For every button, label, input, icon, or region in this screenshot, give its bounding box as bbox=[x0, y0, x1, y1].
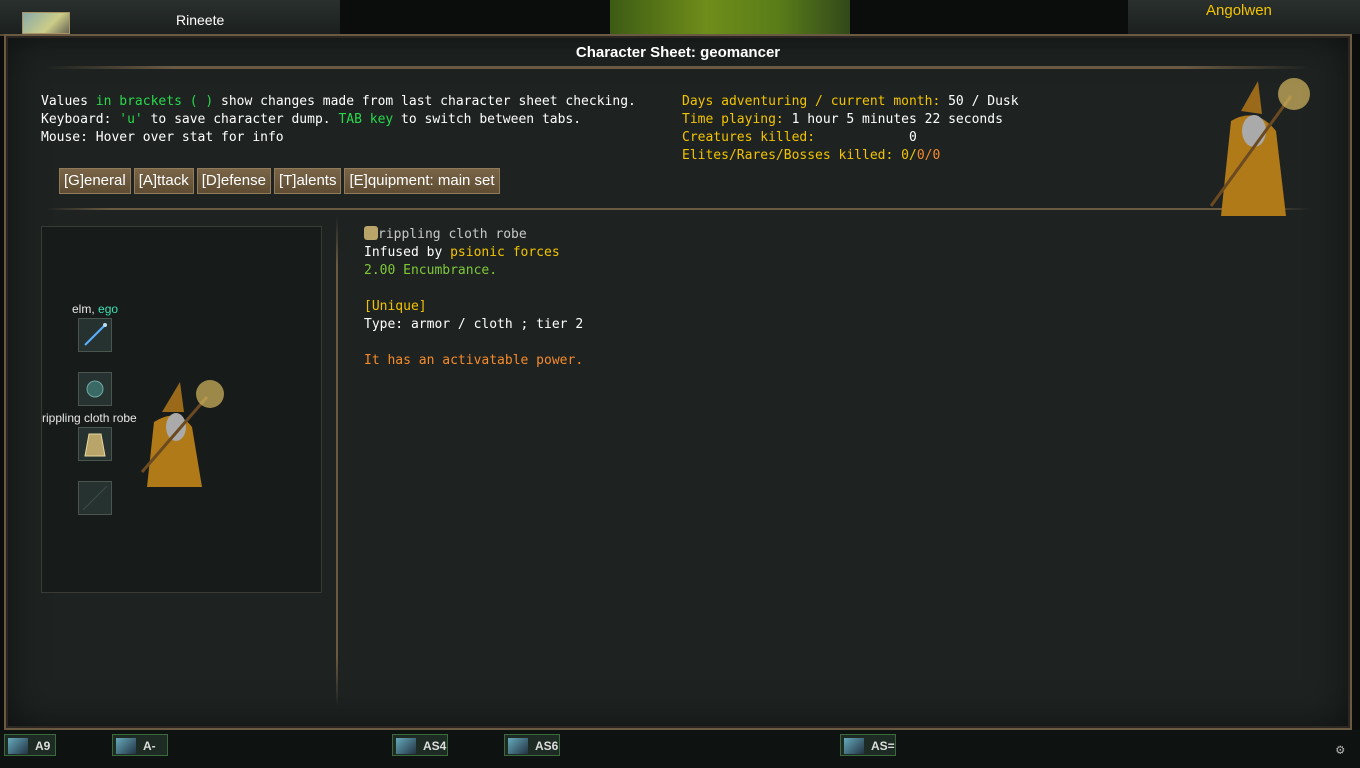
empty-slot[interactable] bbox=[78, 481, 112, 515]
hotkey-label: AS= bbox=[871, 739, 895, 753]
weapon-ego: ego bbox=[98, 302, 119, 316]
hotkey-slot-2[interactable]: A- bbox=[112, 734, 168, 756]
skill-icon bbox=[8, 738, 28, 754]
character-sprite bbox=[140, 380, 224, 487]
body-armor-slot[interactable] bbox=[78, 427, 112, 461]
skill-icon bbox=[396, 738, 416, 754]
elites-value: 0/ bbox=[893, 148, 917, 163]
killed-label: Creatures killed: bbox=[682, 130, 816, 145]
settings-icon[interactable]: ⚙ bbox=[1336, 742, 1354, 760]
item-encumbrance: 2.00 Encumbrance. bbox=[364, 263, 498, 278]
robe-icon bbox=[364, 226, 378, 240]
map-view bbox=[610, 0, 850, 34]
armor-slot-label: rippling cloth robe bbox=[42, 411, 137, 425]
help-text-part: to save character dump. bbox=[142, 112, 339, 127]
item-infused-label: Infused by bbox=[364, 245, 451, 260]
tab-attack[interactable]: [A]ttack bbox=[133, 168, 194, 194]
help-text-highlight: 'u' bbox=[119, 112, 143, 127]
zone-name: Angolwen bbox=[1206, 2, 1272, 19]
robe-icon bbox=[84, 433, 106, 457]
days-label: Days adventuring / current month: bbox=[682, 94, 941, 109]
character-sheet-window: Character Sheet: geomancer Values in bra… bbox=[4, 34, 1352, 730]
item-details: rippling cloth robe Infused by psionic f… bbox=[364, 226, 583, 370]
item-infusion: psionic forces bbox=[450, 245, 560, 260]
hotkey-slot-4[interactable]: AS6 bbox=[504, 734, 560, 756]
elites-label: Elites/Rares/Bosses killed: bbox=[682, 148, 894, 163]
equipment-doll: elm, ego rippling cloth robe bbox=[41, 226, 322, 593]
weapon-slot-label: elm, ego bbox=[72, 302, 118, 316]
item-power: It has an activatable power. bbox=[364, 353, 584, 368]
character-portrait bbox=[1209, 78, 1310, 216]
hotkey-label: A9 bbox=[35, 739, 51, 753]
hotkey-label: AS4 bbox=[423, 739, 447, 753]
weapon-name: elm, bbox=[72, 302, 99, 316]
time-label: Time playing: bbox=[682, 112, 784, 127]
help-text: Values in brackets ( ) show changes made… bbox=[41, 93, 636, 147]
offhand-slot[interactable] bbox=[78, 372, 112, 406]
hotkey-label: A- bbox=[143, 739, 156, 753]
time-value: 1 hour 5 minutes 22 seconds bbox=[783, 112, 1003, 127]
title-divider bbox=[46, 66, 1310, 69]
rares-bosses-value: 0/0 bbox=[916, 148, 941, 163]
empty-slot-icon bbox=[82, 485, 108, 511]
skill-icon bbox=[508, 738, 528, 754]
hotkey-label: AS6 bbox=[535, 739, 559, 753]
help-text-part: to switch between tabs. bbox=[393, 112, 582, 127]
hotkey-slot-5[interactable]: AS= bbox=[840, 734, 896, 756]
tab-defense[interactable]: [D]efense bbox=[196, 168, 271, 194]
window-title: Character Sheet: geomancer bbox=[575, 44, 781, 61]
stats-summary: Days adventuring / current month: 50 / D… bbox=[682, 93, 1019, 165]
party-member-name[interactable]: Rineete bbox=[176, 12, 224, 28]
item-rarity: [Unique] bbox=[364, 299, 427, 314]
amulet-icon bbox=[86, 380, 104, 398]
hotkey-slot-3[interactable]: AS4 bbox=[392, 734, 448, 756]
help-text-part: Keyboard: bbox=[41, 112, 120, 127]
hotbar bbox=[0, 730, 1360, 768]
column-divider bbox=[336, 216, 338, 706]
killed-value: 0 bbox=[908, 130, 917, 145]
party-portrait[interactable] bbox=[22, 12, 70, 34]
item-type: Type: armor / cloth ; tier 2 bbox=[364, 317, 584, 332]
help-text-part: Values bbox=[41, 94, 96, 109]
days-value: 50 / Dusk bbox=[940, 94, 1019, 109]
skill-icon bbox=[116, 738, 136, 754]
help-text-highlight: TAB key bbox=[338, 112, 394, 127]
help-text-highlight: in brackets ( ) bbox=[95, 94, 214, 109]
item-name: rippling cloth robe bbox=[378, 227, 527, 242]
hotkey-slot-1[interactable]: A9 bbox=[4, 734, 56, 756]
tab-general[interactable]: [G]eneral bbox=[59, 168, 131, 194]
tab-bar: [G]eneral [A]ttack [D]efense [T]alents [… bbox=[59, 168, 500, 194]
tab-equipment[interactable]: [E]quipment: main set bbox=[344, 168, 500, 194]
tab-talents[interactable]: [T]alents bbox=[273, 168, 342, 194]
help-text-part: show changes made from last character sh… bbox=[213, 94, 636, 109]
skill-icon bbox=[844, 738, 864, 754]
weapon-slot[interactable] bbox=[78, 318, 112, 352]
staff-icon bbox=[84, 323, 107, 346]
section-divider bbox=[46, 208, 1310, 210]
help-text-part: Mouse: Hover over stat for info bbox=[41, 130, 284, 145]
